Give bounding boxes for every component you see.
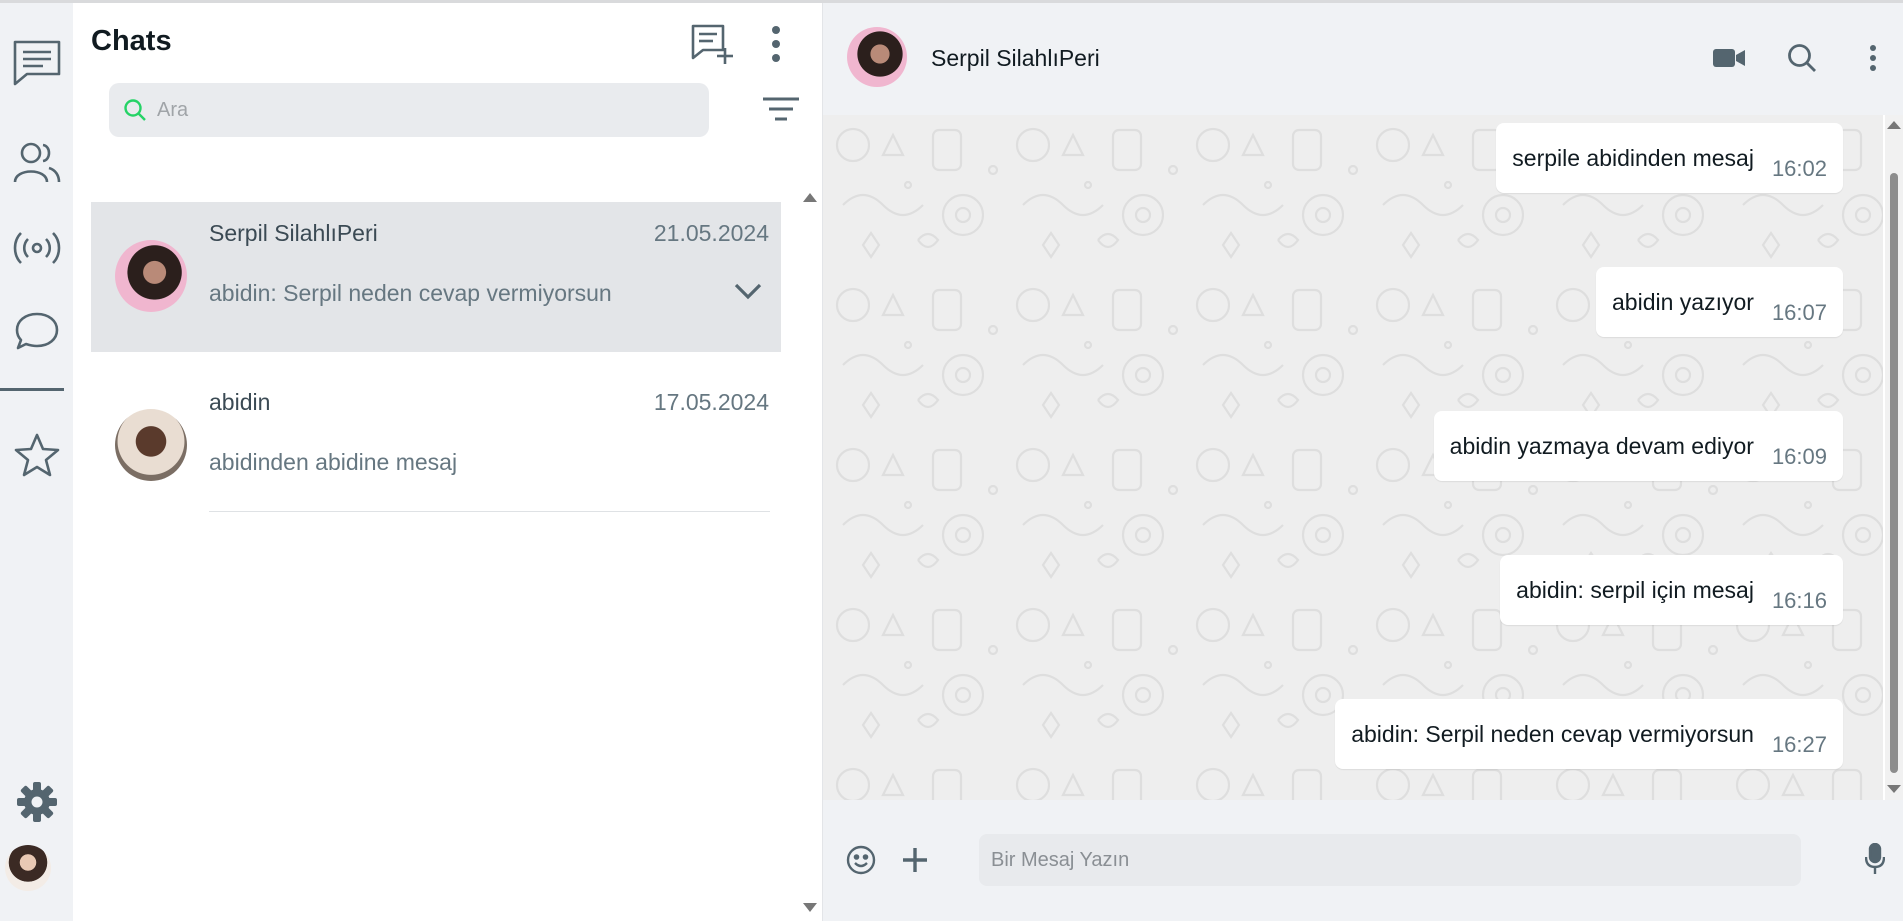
voice-message-button[interactable] — [1863, 842, 1887, 876]
filter-icon — [763, 97, 799, 121]
gear-icon — [16, 782, 57, 822]
conversation-pane: Serpil SilahlıPeri serpile abidinden mes… — [823, 3, 1903, 921]
chat-app: Chats Serpil Sil — [0, 0, 1903, 921]
message-time: 16:07 — [1771, 300, 1827, 325]
broadcast-icon — [13, 232, 60, 264]
message-text: serpile abidinden mesaj — [1512, 144, 1754, 171]
message-scrollbar[interactable] — [1885, 115, 1903, 800]
attach-button[interactable] — [899, 844, 931, 876]
new-chat-icon — [691, 24, 733, 64]
chevron-down-icon — [734, 283, 762, 300]
video-call-button[interactable] — [1711, 43, 1747, 73]
plus-icon — [903, 848, 927, 872]
rail-contacts-button[interactable] — [0, 135, 73, 191]
profile-avatar[interactable] — [5, 845, 51, 891]
list-scroll-up[interactable] — [803, 193, 817, 202]
message-scroll-up[interactable] — [1887, 121, 1901, 129]
chat-row[interactable]: abidin 17.05.2024 abidinden abidine mesa… — [91, 371, 781, 521]
contact-avatar[interactable] — [847, 27, 907, 87]
people-icon — [13, 142, 60, 183]
emoji-button[interactable] — [845, 844, 877, 876]
more-vertical-icon — [1870, 45, 1876, 71]
chat-name: abidin — [209, 389, 271, 415]
contact-name[interactable]: Serpil SilahlıPeri — [931, 45, 1100, 72]
message-text: abidin yazmaya devam ediyor — [1449, 432, 1754, 459]
chat-list-title: Chats — [91, 25, 172, 57]
search-icon — [124, 99, 146, 121]
speech-bubble-icon — [15, 312, 58, 350]
message-bubble[interactable]: abidin: Serpil neden cevap vermiyorsun 1… — [1335, 699, 1843, 769]
search-box — [109, 83, 709, 137]
chat-row[interactable]: Serpil SilahlıPeri 21.05.2024 abidin: Se… — [91, 202, 781, 352]
video-camera-icon — [1713, 49, 1745, 67]
chat-date: 21.05.2024 — [653, 220, 769, 246]
microphone-icon — [1865, 843, 1885, 874]
more-vertical-icon — [772, 26, 780, 62]
message-text: abidin yazıyor — [1612, 288, 1754, 315]
smiley-icon — [846, 845, 876, 875]
chat-preview: abidinden abidine mesaj — [209, 449, 458, 475]
list-menu-button[interactable] — [761, 21, 791, 67]
chat-date: 17.05.2024 — [653, 389, 769, 415]
message-bubble[interactable]: abidin yazmaya devam ediyor 16:09 — [1433, 411, 1843, 481]
message-bubble[interactable]: abidin: serpil için mesaj 16:16 — [1500, 555, 1843, 625]
conversation-header: Serpil SilahlıPeri — [823, 3, 1903, 115]
nav-rail — [0, 3, 73, 921]
search-input[interactable] — [157, 93, 687, 127]
message-input[interactable] — [979, 834, 1801, 886]
chat-avatar — [115, 240, 187, 312]
message-bubble[interactable]: abidin yazıyor 16:07 — [1596, 267, 1843, 337]
chat-avatar — [115, 409, 187, 481]
chat-list-icon — [13, 40, 60, 86]
new-chat-button[interactable] — [687, 21, 737, 67]
star-icon — [14, 433, 59, 477]
message-scroll-thumb[interactable] — [1890, 173, 1898, 773]
rail-channels-button[interactable] — [0, 221, 73, 275]
list-scroll-down[interactable] — [803, 903, 817, 912]
message-scroll-down[interactable] — [1887, 785, 1901, 793]
chat-options-button[interactable] — [733, 282, 763, 305]
row-divider — [209, 511, 770, 512]
message-time: 16:16 — [1771, 588, 1827, 613]
rail-starred-button[interactable] — [0, 427, 73, 483]
message-list: serpile abidinden mesaj 16:02 abidin yaz… — [823, 115, 1883, 800]
message-text: abidin: Serpil neden cevap vermiyorsun — [1351, 720, 1754, 747]
rail-divider — [0, 388, 64, 391]
message-composer — [823, 800, 1903, 921]
message-time: 16:02 — [1771, 156, 1827, 181]
rail-communities-button[interactable] — [0, 305, 73, 357]
settings-button[interactable] — [0, 778, 73, 826]
filter-button[interactable] — [761, 95, 801, 125]
chat-preview: abidin: Serpil neden cevap vermiyorsun — [209, 280, 612, 306]
message-text: abidin: serpil için mesaj — [1516, 576, 1754, 603]
chat-name: Serpil SilahlıPeri — [209, 220, 378, 246]
conversation-search-button[interactable] — [1785, 41, 1819, 75]
conversation-menu-button[interactable] — [1863, 41, 1883, 75]
message-time: 16:09 — [1771, 444, 1827, 469]
message-time: 16:27 — [1771, 732, 1827, 757]
message-bubble[interactable]: serpile abidinden mesaj 16:02 — [1496, 123, 1843, 193]
search-icon — [1788, 44, 1816, 72]
chat-list-panel: Chats Serpil Sil — [73, 3, 823, 921]
rail-chats-button[interactable] — [0, 31, 73, 93]
